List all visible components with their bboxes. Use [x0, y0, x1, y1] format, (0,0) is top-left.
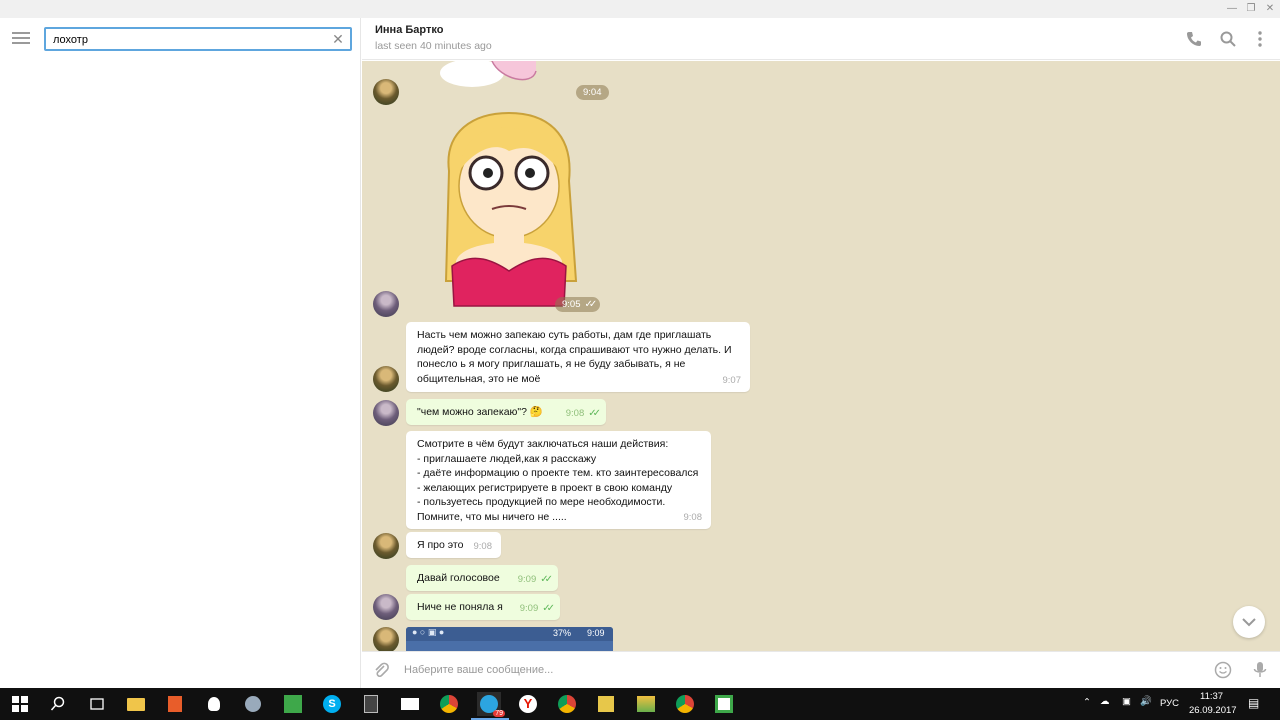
message-time-wrap: 9:09 ✓✓	[517, 573, 553, 588]
read-check-icon: ✓✓	[588, 407, 601, 419]
brush-app-icon[interactable]	[241, 692, 265, 716]
app-icon[interactable]	[163, 692, 187, 716]
chevron-down-icon	[1242, 618, 1256, 627]
message-time: 9:08	[683, 511, 703, 523]
camtasia-recorder-icon[interactable]	[712, 692, 736, 716]
chat-header: Инна Бартко last seen 40 minutes ago	[362, 18, 1280, 60]
attachment-time: 9:09	[587, 628, 605, 638]
mail-icon[interactable]	[398, 692, 422, 716]
window-titlebar: — ❐ ✕	[0, 0, 1280, 18]
message-time-wrap: 9:09 ✓✓	[519, 602, 555, 617]
sidebar: ✕	[0, 18, 361, 688]
scroll-to-bottom-button[interactable]	[1233, 606, 1265, 638]
tray-chevron-icon[interactable]: ⌃	[1083, 697, 1091, 708]
microphone-icon[interactable]	[1251, 660, 1269, 680]
windows-start-icon[interactable]	[8, 692, 32, 716]
message-composer	[362, 651, 1280, 688]
avatar[interactable]	[373, 79, 399, 105]
close-icon[interactable]: ✕	[1260, 2, 1280, 16]
language-indicator[interactable]: РУС	[1160, 698, 1179, 709]
hamburger-menu-icon[interactable]	[12, 32, 30, 46]
message-bubble[interactable]: Давай голосовое 9:09 ✓✓	[406, 565, 558, 591]
avatar[interactable]	[373, 291, 399, 317]
message-time: 9:09	[519, 602, 539, 614]
camtasia-icon[interactable]	[281, 692, 305, 716]
sticker-image[interactable]	[434, 111, 584, 311]
chrome-icon[interactable]	[555, 692, 579, 716]
read-check-icon: ✓✓	[540, 573, 553, 585]
message-bubble[interactable]: Ниче не поняла я 9:09 ✓✓	[406, 594, 560, 620]
avatar[interactable]	[373, 627, 399, 651]
unread-badge: 79	[493, 710, 505, 717]
message-bubble[interactable]: "чем можно запекаю"? 🤔 9:08 ✓✓	[406, 399, 606, 425]
search-input[interactable]	[53, 32, 323, 48]
sticker-timestamp: 9:04	[576, 85, 609, 100]
search-icon[interactable]	[1219, 30, 1237, 48]
restore-icon[interactable]: ❐	[1241, 2, 1261, 16]
sticker-image[interactable]	[432, 61, 542, 91]
emoji-icon[interactable]	[1214, 661, 1232, 679]
attach-icon[interactable]	[372, 661, 390, 679]
attachment-status-icons: ● ○ ▣ ●	[412, 627, 445, 637]
search-field[interactable]: ✕	[44, 27, 352, 51]
minimize-icon[interactable]: —	[1222, 2, 1242, 16]
skype-icon[interactable]: S	[320, 692, 344, 716]
cloud-icon[interactable]: ☁	[1100, 696, 1110, 707]
message-text: Насть чем можно запекаю суть работы, дам…	[417, 329, 732, 385]
read-check-icon: ✓✓	[542, 602, 555, 614]
attachment-battery: 37%	[553, 628, 572, 638]
phone-icon[interactable]	[1185, 30, 1203, 48]
message-list[interactable]: 9:04 9:05 ✓✓ Насть чем можно запекаю суть…	[362, 61, 1280, 651]
avatar[interactable]	[373, 366, 399, 392]
task-view-icon[interactable]	[85, 692, 109, 716]
message-time: 9:09	[517, 573, 537, 585]
clear-search-icon[interactable]: ✕	[330, 31, 346, 47]
message-time: 9:08	[565, 407, 585, 419]
avatar[interactable]	[373, 400, 399, 426]
calculator-icon[interactable]	[359, 692, 383, 716]
message-time: 9:07	[722, 374, 742, 386]
windows-taskbar: S 79 Y ⌃ ☁ ▣ 🔊 РУС 11:37 26.09.2017 ▤	[0, 688, 1280, 720]
avatar[interactable]	[373, 533, 399, 559]
contact-name[interactable]: Инна Бартко	[375, 24, 443, 36]
attachment-statusbar: ● ○ ▣ ● 37% 9:09	[406, 627, 613, 641]
contact-status: last seen 40 minutes ago	[375, 40, 492, 52]
more-options-icon[interactable]	[1251, 30, 1269, 48]
bluestacks-icon[interactable]	[634, 692, 658, 716]
read-check-icon: ✓✓	[584, 299, 598, 310]
message-bubble[interactable]: Я про это 9:08	[406, 532, 501, 558]
sticker-time-text: 9:05	[562, 299, 581, 310]
message-bubble[interactable]: Смотрите в чём будут заключаться наши де…	[406, 431, 711, 529]
notifications-icon[interactable]: ▤	[1248, 696, 1259, 710]
clock-date[interactable]: 26.09.2017	[1189, 705, 1237, 716]
notes-app-icon[interactable]	[594, 692, 618, 716]
message-input[interactable]	[404, 662, 1184, 678]
telegram-icon[interactable]: 79	[477, 692, 505, 717]
clock-time[interactable]: 11:37	[1200, 691, 1223, 702]
network-icon[interactable]: ▣	[1122, 696, 1131, 707]
search-icon[interactable]	[46, 692, 70, 716]
volume-icon[interactable]: 🔊	[1140, 696, 1152, 707]
chrome-icon[interactable]	[437, 692, 461, 716]
message-text: Смотрите в чём будут заключаться наши де…	[417, 438, 699, 523]
message-time: 9:08	[473, 540, 493, 552]
yandex-browser-icon[interactable]: Y	[516, 692, 540, 716]
image-attachment[interactable]: ● ○ ▣ ● 37% 9:09	[406, 627, 613, 651]
lightbulb-icon[interactable]	[202, 692, 226, 716]
avatar[interactable]	[373, 594, 399, 620]
chrome-icon[interactable]	[673, 692, 697, 716]
message-bubble[interactable]: Насть чем можно запекаю суть работы, дам…	[406, 322, 750, 392]
sticker-timestamp: 9:05 ✓✓	[555, 297, 601, 312]
file-explorer-icon[interactable]	[124, 692, 148, 716]
message-time-wrap: 9:08 ✓✓	[565, 407, 601, 422]
